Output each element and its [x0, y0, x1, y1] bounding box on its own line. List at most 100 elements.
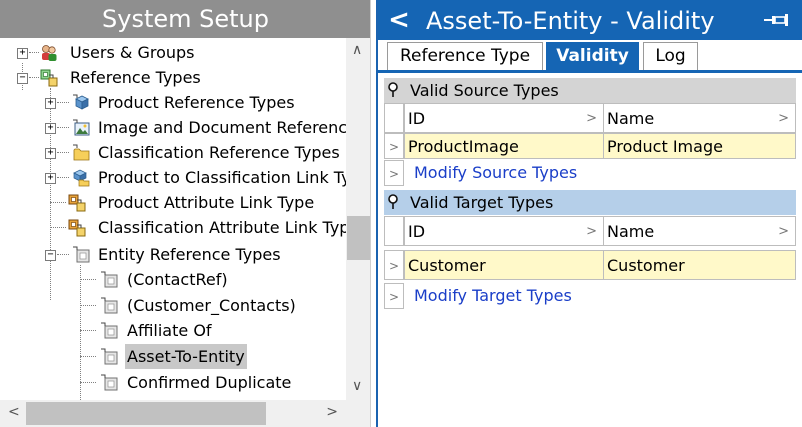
tree-item-users-groups[interactable]: + Users & Groups	[0, 40, 346, 65]
tree-item-label: Asset-To-Entity	[125, 344, 247, 369]
column-header-label: Name	[607, 109, 655, 128]
pane-title: System Setup	[0, 0, 370, 38]
entity-reference-icon	[101, 348, 118, 365]
tree-item-label: Entity Reference Types	[98, 245, 281, 264]
column-header-name[interactable]: Name >	[603, 216, 796, 246]
valid-target-types-header[interactable]: Valid Target Types	[384, 190, 796, 215]
chevron-left-icon[interactable]: <	[8, 404, 20, 420]
tree-item-asset-to-entity[interactable]: Asset-To-Entity	[0, 344, 346, 369]
target-grid-header: ID > Name >	[384, 216, 796, 246]
scroll-thumb[interactable]	[347, 216, 370, 260]
table-row[interactable]: > Customer Customer	[384, 250, 796, 280]
sort-icon[interactable]: >	[778, 217, 789, 245]
back-button[interactable]: <	[386, 3, 412, 37]
tree-connector	[80, 382, 96, 383]
attribute-link-icon	[68, 194, 86, 212]
row-marker-icon[interactable]: >	[384, 133, 404, 159]
tree-connector	[80, 305, 96, 306]
modify-target-row: > Modify Target Types	[384, 283, 796, 309]
sort-icon[interactable]: >	[586, 217, 597, 245]
tree-item-classification-reference-types[interactable]: + Classification Reference Types	[0, 140, 346, 165]
chevron-up-icon[interactable]: ∧	[352, 42, 362, 58]
expand-icon[interactable]: +	[45, 98, 56, 109]
chevron-down-icon[interactable]: ∨	[352, 378, 362, 394]
modify-source-types-link[interactable]: Modify Source Types	[414, 160, 577, 186]
tree-item-contactref[interactable]: (ContactRef)	[0, 267, 346, 292]
scroll-thumb[interactable]	[26, 402, 266, 425]
pin-icon[interactable]	[386, 82, 400, 98]
setup-tree[interactable]: + Users & Groups − Reference Types + Pro…	[0, 38, 346, 400]
collapse-icon[interactable]: −	[17, 73, 28, 84]
folder-icon	[73, 144, 90, 161]
tree-item-entity-reference-types[interactable]: − Entity Reference Types	[0, 242, 346, 267]
tree-item-label: Affiliate Of	[127, 321, 212, 340]
cell-id[interactable]: ProductImage	[404, 133, 604, 159]
cell-id[interactable]: Customer	[404, 250, 604, 280]
entity-reference-icon	[101, 374, 118, 391]
column-header-label: ID	[408, 222, 426, 241]
attribute-link-icon	[68, 219, 86, 237]
tab-validity[interactable]: Validity	[546, 42, 639, 71]
column-header-name[interactable]: Name >	[603, 103, 796, 133]
product-classification-link-icon	[73, 169, 90, 187]
entity-reference-icon	[101, 271, 118, 288]
tree-item-label: Product to Classification Link Ty	[98, 168, 346, 187]
cell-name[interactable]: Product Image	[603, 133, 796, 159]
tree-item-label: Product Attribute Link Type	[98, 193, 315, 212]
system-setup-pane: System Setup + Users & Groups − Referenc…	[0, 0, 371, 427]
tree-item-customer-contacts[interactable]: (Customer_Contacts)	[0, 293, 346, 318]
tab-log[interactable]: Log	[643, 42, 698, 71]
tree-item-classification-attribute-link[interactable]: Classification Attribute Link Typ	[0, 215, 346, 240]
tree-item-confirmed-duplicate[interactable]: Confirmed Duplicate	[0, 370, 346, 395]
tree-item-label: Product Reference Types	[98, 93, 295, 112]
tree-connector	[57, 127, 69, 128]
row-header	[384, 103, 404, 133]
vertical-scrollbar[interactable]: ∧ ∨	[346, 38, 370, 400]
horizontal-scrollbar[interactable]: < >	[0, 400, 346, 427]
tree-connector	[80, 279, 96, 280]
entity-reference-icon	[73, 246, 90, 263]
expand-icon[interactable]: +	[45, 123, 56, 134]
collapse-icon[interactable]: −	[45, 250, 56, 261]
expand-icon[interactable]: +	[45, 173, 56, 184]
tree-connector	[29, 52, 39, 53]
valid-source-types-header[interactable]: Valid Source Types	[384, 78, 796, 103]
column-header-id[interactable]: ID >	[404, 216, 604, 246]
tree-item-affiliate-of[interactable]: Affiliate Of	[0, 318, 346, 343]
tree-connector	[50, 227, 66, 228]
row-marker-icon[interactable]: >	[384, 250, 404, 280]
modify-target-types-link[interactable]: Modify Target Types	[414, 283, 572, 309]
editor-title-bar: < Asset-To-Entity - Validity	[378, 0, 802, 40]
column-header-label: ID	[408, 109, 426, 128]
pin-icon[interactable]	[386, 194, 400, 210]
tree-connector	[29, 77, 39, 78]
validity-editor-pane: < Asset-To-Entity - Validity Reference T…	[376, 0, 802, 427]
expand-icon[interactable]: +	[45, 148, 56, 159]
cell-name[interactable]: Customer	[603, 250, 796, 280]
column-header-id[interactable]: ID >	[404, 103, 604, 133]
tab-reference-type[interactable]: Reference Type	[387, 42, 543, 71]
tree-item-reference-types[interactable]: − Reference Types	[0, 65, 346, 90]
row-marker-icon: >	[384, 283, 404, 309]
pin-icon[interactable]	[762, 10, 792, 30]
tree-item-product-attribute-link[interactable]: Product Attribute Link Type	[0, 190, 346, 215]
sort-icon[interactable]: >	[778, 104, 789, 132]
product-reference-icon	[73, 94, 89, 110]
tree-item-product-classification-link[interactable]: + Product to Classification Link Ty	[0, 165, 346, 190]
expand-icon[interactable]: +	[17, 48, 28, 59]
tree-item-image-document-reference[interactable]: + Image and Document Referenc	[0, 115, 346, 140]
tree-item-label: Classification Attribute Link Typ	[98, 218, 346, 237]
chevron-right-icon[interactable]: >	[326, 404, 338, 420]
section-title: Valid Target Types	[410, 193, 554, 212]
editor-tabs: Reference Type Validity Log	[378, 40, 802, 71]
tree-item-product-reference-types[interactable]: + Product Reference Types	[0, 90, 346, 115]
row-marker-icon: >	[384, 160, 404, 186]
tree-item-label: Image and Document Referenc	[98, 118, 346, 137]
sort-icon[interactable]: >	[586, 104, 597, 132]
tree-connector	[80, 356, 96, 357]
tree-item-label: (Customer_Contacts)	[127, 296, 296, 315]
entity-reference-icon	[101, 297, 118, 314]
tab-underline	[378, 70, 802, 73]
editor-title: Asset-To-Entity - Validity	[426, 7, 715, 35]
table-row[interactable]: > ProductImage Product Image	[384, 133, 796, 159]
